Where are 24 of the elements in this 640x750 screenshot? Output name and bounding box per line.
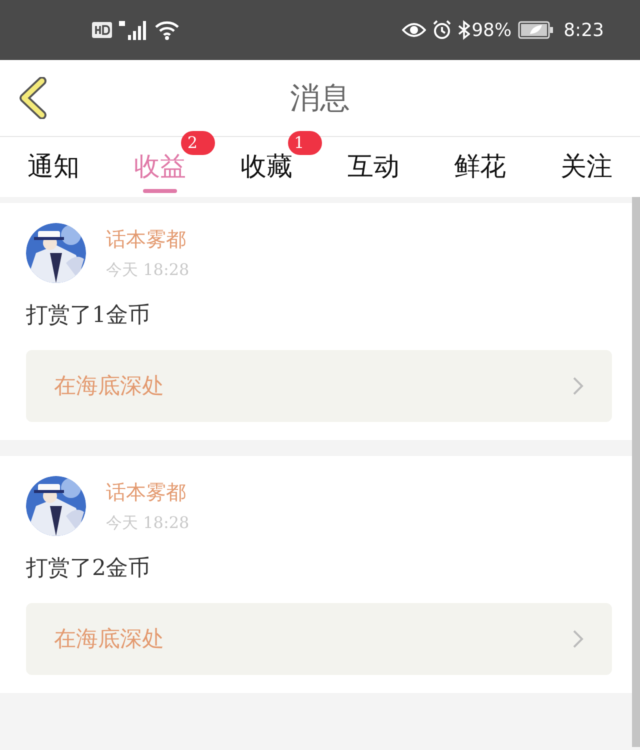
battery-percent: 98% (472, 18, 512, 42)
tab[interactable]: 互动 (320, 137, 427, 197)
tab[interactable]: 关注 (533, 137, 640, 197)
chevron-right-icon (572, 629, 584, 649)
alarm-clock-icon (432, 20, 452, 40)
message-text: 打赏了1金币 (26, 302, 151, 330)
user-name: 话本雾都 (106, 226, 187, 253)
count-badge: 2 (181, 131, 216, 155)
user-name: 话本雾都 (106, 479, 187, 506)
hd-icon (92, 22, 112, 38)
tab[interactable]: 通知 (0, 137, 107, 197)
wifi-icon (154, 19, 180, 41)
signal-icon (118, 19, 148, 41)
tab-underline (143, 189, 177, 193)
eye-icon (402, 21, 426, 39)
battery-icon (518, 21, 554, 39)
message-text: 打赏了2金币 (26, 555, 151, 583)
back-chevron-icon (18, 77, 48, 119)
page-title: 消息 (290, 80, 350, 118)
clock-time: 8:23 (564, 18, 604, 42)
count-badge: 1 (288, 131, 322, 155)
bluetooth-icon (458, 20, 470, 40)
tab[interactable]: 鲜花 (426, 137, 534, 197)
chevron-right-icon (572, 376, 584, 396)
